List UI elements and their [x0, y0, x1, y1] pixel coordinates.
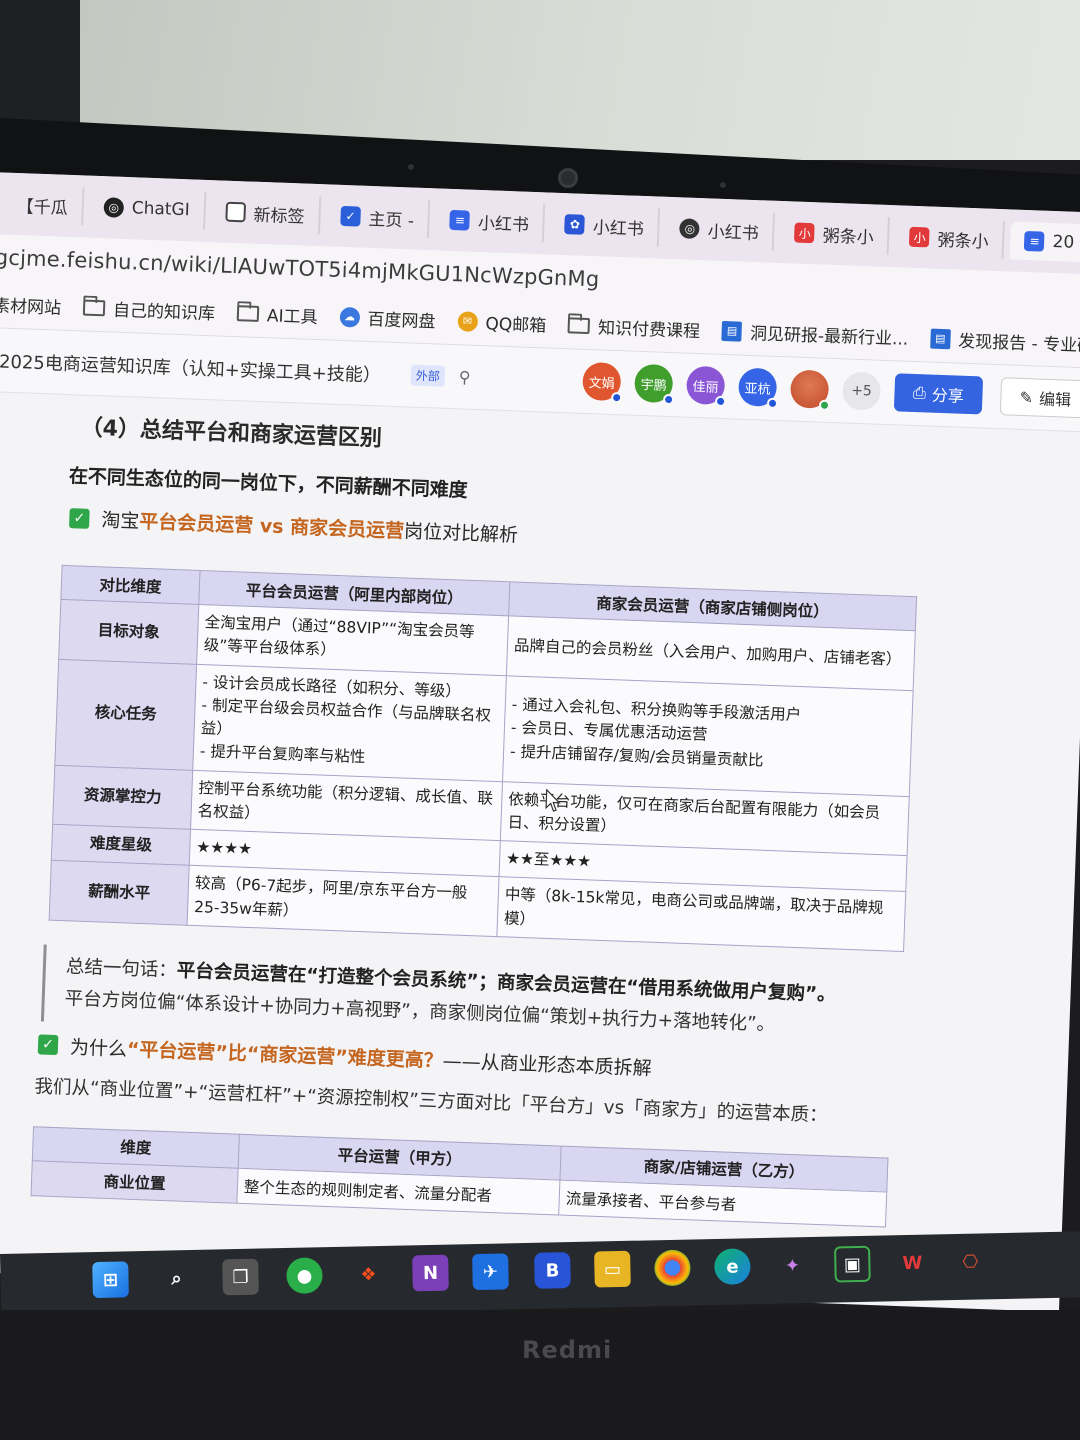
browser-tab[interactable]: ✿ 小红书	[550, 204, 661, 247]
table-row-label: 资源掌控力	[52, 764, 193, 830]
browser-tab[interactable]: ✓ 主页 -	[325, 196, 431, 239]
comparison-table: 对比维度 平台会员运营（阿里内部岗位） 商家会员运营（商家店铺侧岗位） 目标对象…	[49, 565, 917, 952]
sensor-dot	[720, 182, 726, 188]
browser-tab[interactable]: ◎ 小红书	[665, 208, 776, 251]
report-icon: ▤	[721, 320, 743, 342]
mouse-cursor-icon	[545, 788, 561, 812]
windows-start-icon[interactable]: ⊞	[92, 1261, 129, 1299]
edit-button[interactable]: ✎ 编辑	[999, 377, 1080, 419]
doc-title[interactable]: 2025电商运营知识库（认知+实操工具+技能）	[0, 347, 381, 387]
external-badge: 外部	[410, 364, 446, 387]
folder-icon	[567, 316, 591, 334]
xhs-icon: 小	[909, 226, 931, 248]
status-dot	[818, 399, 831, 411]
browser-tab[interactable]: ≡ 小红书	[435, 200, 546, 243]
onenote-icon[interactable]: N	[412, 1254, 449, 1292]
game-controller-icon[interactable]: ⎔	[952, 1243, 989, 1280]
brand-logo: Redmi	[522, 1336, 613, 1364]
bookmark-item[interactable]: ▤ 发现报告 - 专业研	[929, 326, 1080, 357]
task-view-icon[interactable]: ❐	[222, 1258, 259, 1296]
browser-tab[interactable]: 小粥条小	[895, 217, 1006, 260]
wps-icon[interactable]: W	[894, 1245, 931, 1282]
bookmark-item[interactable]: 知识付费课程	[567, 312, 701, 342]
collaborator-avatars: 文娟 宇鹏 佳丽 亚杭 +5	[582, 361, 882, 411]
table-cell: - 设计会员成长路径（如积分、等级） - 制定平台级会员权益合作（与品牌联名权益…	[192, 663, 507, 782]
report-icon: ▤	[929, 328, 951, 349]
folder-icon	[236, 304, 260, 322]
browser-tab[interactable]: 新标签	[210, 192, 322, 235]
chrome-icon[interactable]	[654, 1249, 691, 1287]
chatgpt-icon: ◎	[679, 218, 701, 240]
feishu-doc-icon: ≡	[1024, 230, 1045, 252]
table-cell: - 通过入会礼包、积分换购等手段激活用户 - 会员日、专属优惠活动运营 - 提升…	[502, 675, 914, 797]
bookmark-item[interactable]: ☁ 百度网盘	[339, 304, 436, 332]
browser-tab[interactable]: 小粥条小	[780, 213, 891, 255]
table-row-label: 薪酬水平	[49, 860, 190, 925]
avatar[interactable]: 佳丽	[685, 365, 727, 408]
xhs-icon: 小	[794, 222, 816, 244]
doc-body: （4）总结平台和商家运营区别 在不同生态位的同一岗位下，不同薪酬不同难度 ✓ 淘…	[0, 392, 1080, 1234]
avatar[interactable]: 文娟	[582, 361, 623, 404]
status-dot	[766, 397, 779, 410]
browser-tab[interactable]: ◎ ChatGI	[89, 187, 207, 230]
comparison-table-2: 维度 平台运营（甲方） 商家/店铺运营（乙方） 商业位置 整个生态的规则制定者、…	[31, 1126, 889, 1227]
share-button[interactable]: ⎙ 分享	[893, 373, 984, 415]
figma-icon[interactable]: ❖	[350, 1256, 387, 1293]
baidu-paw-icon: ✿	[564, 214, 586, 235]
bookmark-item[interactable]: ✉ QQ邮箱	[457, 308, 547, 336]
status-dot	[610, 391, 623, 404]
more-collaborators[interactable]: +5	[841, 371, 882, 411]
bitwarden-icon[interactable]: B	[534, 1252, 571, 1289]
table-header: 对比维度	[60, 565, 201, 605]
pencil-icon: ✎	[1019, 387, 1034, 407]
table-row-label: 核心任务	[54, 658, 197, 770]
new-tab-icon	[225, 201, 246, 223]
browser-tab[interactable]: 【千瓜	[2, 184, 85, 226]
pin-icon[interactable]: ⚲	[458, 367, 470, 386]
sensor-dot	[408, 164, 414, 170]
table-cell: 较高（P6-7起步，阿里/京东平台方一般25-35w年薪）	[187, 865, 500, 937]
search-icon[interactable]: ⌕	[158, 1260, 195, 1297]
qq-mail-icon: ✉	[457, 310, 478, 332]
checkbox-checked-icon[interactable]: ✓	[37, 1034, 59, 1056]
edge-icon[interactable]: e	[714, 1248, 751, 1286]
feishu-icon[interactable]: ✈	[472, 1253, 509, 1291]
bookmark-item[interactable]: 素材网站	[0, 291, 62, 318]
webcam-icon	[558, 168, 578, 188]
chatgpt-icon: ◎	[103, 197, 125, 218]
home-shield-icon: ✓	[340, 205, 361, 227]
checkbox-checked-icon[interactable]: ✓	[69, 507, 90, 529]
baidu-cloud-icon: ☁	[339, 306, 360, 328]
avatar[interactable]: 亚杭	[737, 367, 779, 410]
lock-icon: ⎙	[912, 382, 927, 403]
laptop-base	[0, 1310, 1080, 1440]
app-icon[interactable]: ✦	[774, 1247, 811, 1284]
bookmark-item[interactable]: ▤ 洞见研报-最新行业...	[721, 318, 909, 350]
table-row-label: 目标对象	[58, 599, 199, 664]
monitor-app-icon[interactable]: ▣	[834, 1245, 871, 1283]
file-explorer-icon[interactable]: ▭	[594, 1250, 631, 1288]
wechat-icon[interactable]: ●	[286, 1257, 323, 1295]
feishu-doc-icon: ≡	[449, 209, 471, 231]
status-dot	[662, 393, 675, 406]
avatar[interactable]	[789, 369, 831, 411]
avatar[interactable]: 宇鹏	[634, 363, 675, 406]
bookmark-item[interactable]: AI工具	[236, 300, 319, 328]
status-dot	[714, 395, 727, 408]
folder-icon	[82, 299, 106, 316]
table-row-label: 难度星级	[51, 824, 191, 866]
table-row-label: 商业位置	[31, 1160, 239, 1203]
laptop-screen: 【千瓜 ◎ ChatGI 新标签 ✓ 主页 - ≡ 小红书 ✿ 小红书 ◎ 小红书 小粥条…	[0, 172, 1080, 1312]
bookmark-item[interactable]: 自己的知识库	[82, 295, 216, 324]
browser-tab-active[interactable]: ≡20×	[1009, 221, 1080, 264]
